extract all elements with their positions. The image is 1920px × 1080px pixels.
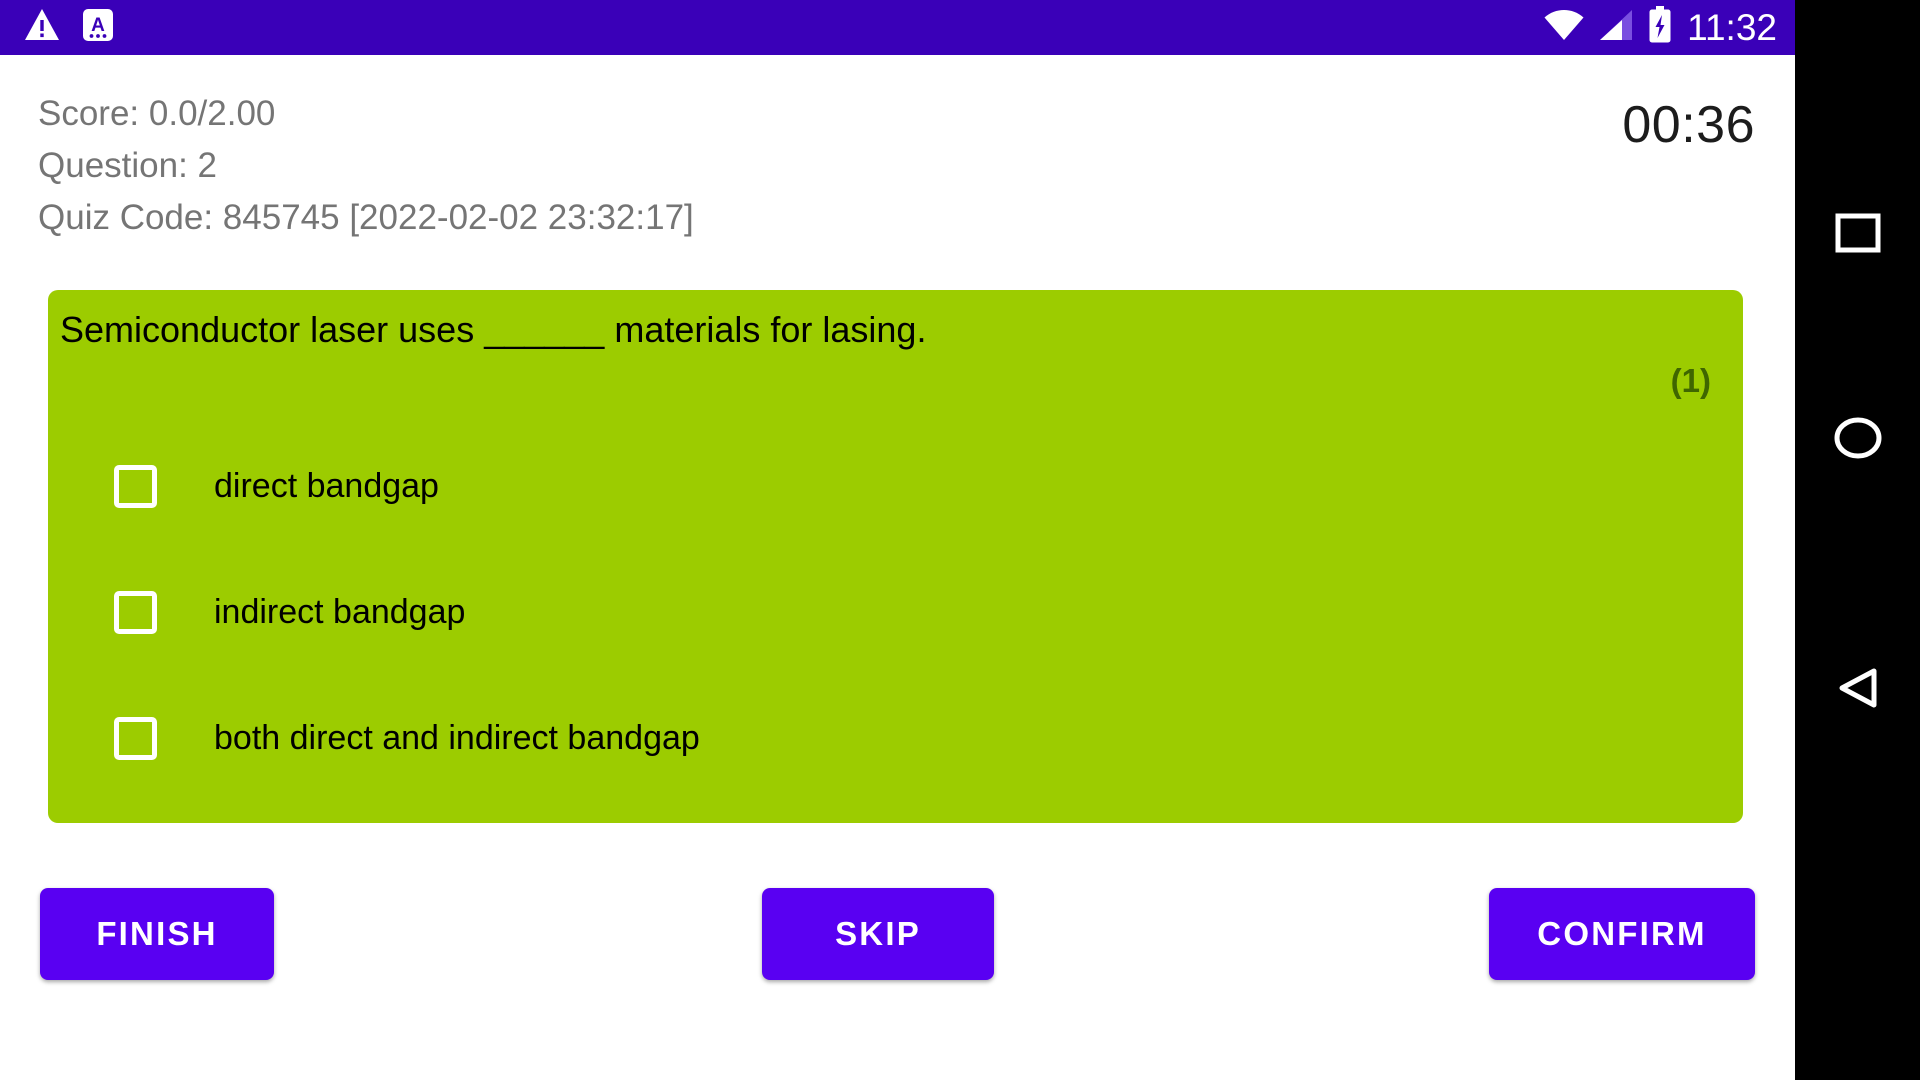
input-method-a-icon: A xyxy=(82,8,114,47)
cellular-signal-icon xyxy=(1599,9,1633,46)
quiz-app-screen: A 11:32 Score: 0.0/2.00 Question: 2 Quiz… xyxy=(0,0,1795,1080)
quiz-code-label: Quiz Code: 845745 [2022-02-02 23:32:17] xyxy=(38,198,694,237)
svg-text:A: A xyxy=(91,15,105,36)
question-card: Semiconductor laser uses ______ material… xyxy=(48,290,1743,823)
circle-icon xyxy=(1833,416,1883,465)
question-number-label: Question: 2 xyxy=(38,146,217,185)
skip-button[interactable]: SKIP xyxy=(762,888,994,980)
home-button[interactable] xyxy=(1795,395,1920,485)
back-button[interactable] xyxy=(1795,645,1920,735)
wifi-icon xyxy=(1543,9,1585,46)
answer-options-list: direct bandgap indirect bandgap both dir… xyxy=(48,455,1743,833)
status-bar-left-icons: A xyxy=(0,8,114,47)
answer-option-row[interactable]: indirect bandgap xyxy=(48,581,1743,643)
battery-charging-icon xyxy=(1647,6,1673,49)
confirm-button[interactable]: CONFIRM xyxy=(1489,888,1755,980)
answer-option-label: both direct and indirect bandgap xyxy=(214,719,700,757)
warning-triangle-icon xyxy=(24,8,60,47)
android-navigation-bar xyxy=(1795,0,1920,1080)
finish-button[interactable]: FINISH xyxy=(40,888,274,980)
status-bar-clock: 11:32 xyxy=(1687,7,1777,48)
quiz-meta-block: Score: 0.0/2.00 Question: 2 Quiz Code: 8… xyxy=(38,88,694,244)
triangle-icon xyxy=(1834,664,1882,717)
status-bar-right-icons: 11:32 xyxy=(1543,0,1777,55)
answer-option-checkbox[interactable] xyxy=(114,464,157,508)
status-bar: A 11:32 xyxy=(0,0,1795,55)
answer-option-label: direct bandgap xyxy=(214,467,439,505)
answer-option-checkbox[interactable] xyxy=(114,716,157,760)
answer-option-checkbox[interactable] xyxy=(114,590,157,634)
answer-option-row[interactable]: direct bandgap xyxy=(48,455,1743,517)
answer-option-row[interactable]: both direct and indirect bandgap xyxy=(48,707,1743,769)
quiz-action-bar: FINISH SKIP CONFIRM xyxy=(0,888,1795,988)
answer-option-label: indirect bandgap xyxy=(214,593,466,631)
countdown-timer: 00:36 xyxy=(1622,96,1755,154)
question-points-badge: (1) xyxy=(1670,362,1711,399)
quiz-header: Score: 0.0/2.00 Question: 2 Quiz Code: 8… xyxy=(0,55,1795,270)
recents-button[interactable] xyxy=(1795,190,1920,280)
device-screen: A 11:32 Score: 0.0/2.00 Question: 2 Quiz… xyxy=(0,0,1920,1080)
question-text: Semiconductor laser uses ______ material… xyxy=(60,309,927,350)
square-icon xyxy=(1835,213,1881,258)
score-label: Score: 0.0/2.00 xyxy=(38,94,276,133)
